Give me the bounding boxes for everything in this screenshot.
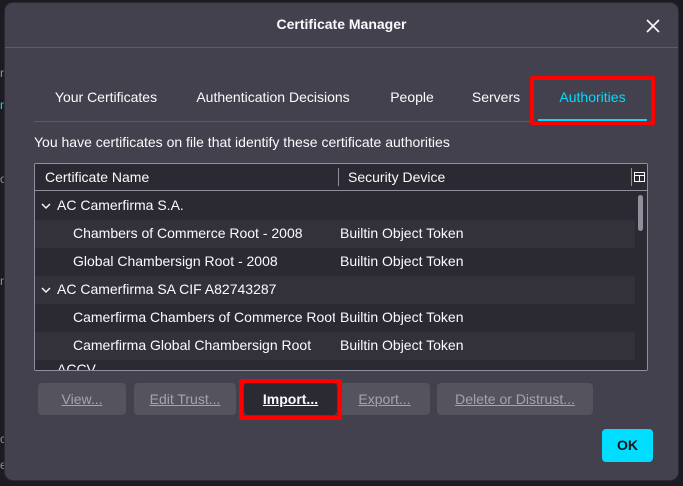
export-button[interactable]: Export... — [339, 383, 430, 415]
button-label: dit Trust... — [158, 391, 221, 407]
button-label: elete or Distrust... — [465, 391, 575, 407]
accesskey: x — [367, 391, 375, 407]
button-label: iew... — [70, 391, 103, 407]
group-name: AC Camerfirma SA CIF A82743287 — [57, 281, 277, 297]
column-picker-button[interactable] — [633, 169, 645, 185]
tab-authorities[interactable]: Authorities — [538, 77, 647, 121]
tab-authentication-decisions[interactable]: Authentication Decisions — [192, 77, 354, 121]
tree-certificate-row[interactable]: Global Chambersign Root - 2008 Builtin O… — [35, 248, 635, 276]
tree-rows: AC Camerfirma S.A. Chambers of Commerce … — [35, 192, 635, 370]
close-button[interactable] — [642, 15, 664, 37]
security-device: Builtin Object Token — [340, 309, 464, 325]
chevron-down-icon[interactable] — [41, 202, 51, 210]
accesskey: E — [149, 391, 159, 407]
delete-or-distrust-button[interactable]: Delete or Distrust... — [437, 383, 593, 415]
accesskey: V — [61, 391, 71, 407]
authorities-description: You have certificates on file that ident… — [34, 134, 450, 150]
tree-certificate-row[interactable]: Camerfirma Global Chambersign Root Built… — [35, 332, 635, 360]
tree-certificate-row[interactable]: Camerfirma Chambers of Commerce Root Bui… — [35, 304, 635, 332]
tab-strip: Your Certificates Authentication Decisio… — [34, 77, 655, 122]
accesskey: D — [455, 391, 466, 407]
titlebar-divider — [5, 47, 678, 48]
button-label: port... — [374, 391, 411, 407]
edit-trust-button[interactable]: Edit Trust... — [134, 383, 236, 415]
view-button[interactable]: View... — [38, 383, 126, 415]
import-button[interactable]: Import... — [244, 383, 337, 415]
button-label: mport... — [266, 391, 319, 407]
column-picker-icon — [633, 172, 645, 182]
security-device: Builtin Object Token — [340, 225, 464, 241]
ok-button[interactable]: OK — [602, 429, 653, 462]
button-label: E — [358, 391, 368, 407]
column-header-security-device[interactable]: Security Device — [348, 169, 445, 185]
tree-group-row[interactable]: AC Camerfirma S.A. — [35, 192, 635, 220]
security-device: Builtin Object Token — [340, 337, 464, 353]
close-icon — [646, 19, 660, 33]
tab-strip-divider — [34, 121, 655, 122]
chevron-down-icon[interactable] — [41, 286, 51, 294]
certificate-tree[interactable]: Certificate Name Security Device AC Came… — [34, 163, 648, 371]
dialog-titlebar: Certificate Manager — [5, 3, 678, 47]
certificate-name: Global Chambersign Root - 2008 — [73, 253, 278, 269]
group-name: ACCV — [57, 361, 96, 370]
tab-your-certificates[interactable]: Your Certificates — [53, 77, 159, 121]
tab-people[interactable]: People — [389, 77, 435, 121]
certificate-name: Chambers of Commerce Root - 2008 — [73, 225, 303, 241]
column-header-certificate-name[interactable]: Certificate Name — [45, 169, 149, 185]
tab-servers[interactable]: Servers — [470, 77, 522, 121]
certificate-manager-dialog: Certificate Manager Your Certificates Au… — [5, 3, 678, 480]
column-splitter[interactable] — [631, 168, 632, 186]
group-name: AC Camerfirma S.A. — [57, 197, 184, 213]
tree-group-row[interactable]: ACCV — [35, 360, 635, 370]
scrollbar-thumb[interactable] — [638, 195, 643, 231]
tree-scrollbar[interactable] — [635, 192, 647, 370]
certificate-name: Camerfirma Chambers of Commerce Root — [73, 309, 335, 325]
tree-certificate-row[interactable]: Chambers of Commerce Root - 2008 Builtin… — [35, 220, 635, 248]
column-splitter[interactable] — [338, 168, 339, 186]
dialog-title: Certificate Manager — [276, 16, 407, 32]
tree-header: Certificate Name Security Device — [35, 164, 647, 191]
tree-group-row[interactable]: AC Camerfirma SA CIF A82743287 — [35, 276, 635, 304]
security-device: Builtin Object Token — [340, 253, 464, 269]
certificate-name: Camerfirma Global Chambersign Root — [73, 337, 312, 353]
